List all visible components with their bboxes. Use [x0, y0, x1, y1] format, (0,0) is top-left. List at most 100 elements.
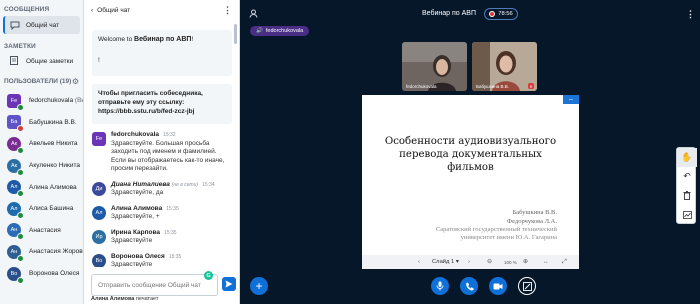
sidebar-item-shared-notes[interactable]: Общие заметки — [0, 53, 83, 69]
user-name: Алиса Башина — [29, 205, 73, 212]
typing-user-name: Алина Алимова — [91, 296, 135, 302]
chat-messages: Welcome to Вебинар по АВП! ! Чтобы пригл… — [84, 20, 240, 267]
recording-time: 78:56 — [498, 11, 513, 17]
multi-user-whiteboard-icon[interactable] — [677, 205, 697, 224]
slide-organization: Саратовский государственный технический … — [435, 226, 557, 241]
avatar: Fe — [7, 93, 24, 111]
user-name: Алина Алимова — [29, 184, 77, 191]
user-list-item[interactable]: Ак Авельев Никита — [0, 133, 83, 155]
microphone-icon — [436, 281, 444, 291]
webcam-button[interactable] — [489, 277, 507, 295]
status-badge — [17, 125, 24, 133]
user-list-item[interactable]: Ан Анастасия — [0, 220, 83, 242]
welcome-meeting-name: Вебинар по АВП — [134, 36, 192, 43]
fit-width-icon[interactable]: ↔ — [543, 259, 549, 265]
message-text: Здравствуйте, да — [111, 189, 164, 196]
fullscreen-icon[interactable]: ⤢ — [562, 259, 567, 266]
send-icon — [225, 280, 233, 288]
muted-mic-icon: ✕ — [528, 83, 534, 89]
screen-share-icon — [522, 281, 532, 291]
offline-label: (не в сети) — [171, 181, 199, 188]
avatar: Ир — [92, 229, 106, 244]
status-badge — [17, 276, 24, 284]
avatar-initials: Ак — [10, 140, 18, 147]
avatar: Ан — [7, 244, 24, 262]
chat-back-button[interactable]: ‹ Общий чат — [91, 7, 130, 14]
hand-tool-icon[interactable]: ✋ — [677, 148, 697, 167]
chat-message-list: Fe fedorchukovala 15:32 Здравствуйте. Больш… — [84, 131, 240, 267]
webcam-label: fedorchukovala — [406, 84, 437, 89]
zoom-in-icon[interactable]: ⊕ — [523, 259, 528, 265]
presentation-slide[interactable]: – Особенности аудиовизуального перевода … — [362, 95, 579, 255]
message-time: 15:35 — [168, 253, 182, 260]
user-name-text: fedorchukovala — [29, 97, 74, 105]
chat-message-input[interactable] — [92, 275, 217, 295]
status-badge — [17, 190, 24, 198]
slide-select[interactable]: Слайд 1 ▾ — [432, 259, 459, 265]
undo-icon[interactable]: ↶ — [677, 167, 697, 186]
users-section-title: ПОЛЬЗОВАТЕЛИ (19) — [4, 78, 72, 85]
options-menu-icon[interactable]: ⋮ — [686, 9, 695, 20]
avatar: Ал — [92, 205, 106, 220]
user-name: Бабушкина В.В. — [29, 119, 77, 126]
screen-share-button[interactable] — [518, 277, 536, 295]
webcam-tile-babushkina[interactable]: Бабушкина В.В. ✕ — [472, 42, 537, 91]
welcome-message: Welcome to Вебинар по АВП! ! — [92, 30, 232, 76]
actions-plus-button[interactable]: + — [250, 277, 268, 295]
chat-header: ‹ Общий чат ⋮ — [84, 0, 239, 20]
speaker-icon: 🔊 — [256, 28, 263, 34]
chat-panel: ‹ Общий чат ⋮ Welcome to Вебинар по АВП!… — [84, 0, 240, 304]
user-list-toggle-icon[interactable] — [249, 9, 258, 20]
slide-authors: Бабушкина В.В. Федорчукова Л.А. — [506, 209, 557, 225]
grammarly-icon[interactable]: G — [204, 271, 213, 280]
chat-scrollbar[interactable] — [234, 24, 237, 44]
user-list-item[interactable]: Fe fedorchukovala (Вы) — [0, 90, 83, 112]
message-author: Воронова Олеся — [111, 252, 165, 260]
user-list-item[interactable]: Ба Бабушкина В.В. — [0, 112, 83, 134]
avatar: Во — [7, 266, 24, 284]
avatar: Fe — [92, 132, 106, 146]
user-name-text: Алина Алимова — [29, 183, 77, 191]
user-name-text: Алиса Башина — [29, 205, 74, 213]
sidebar-item-public-chat[interactable]: Общий чат — [3, 16, 80, 34]
user-name-text: Акуленко Никита — [29, 162, 81, 170]
invite-message: Чтобы пригласить собеседника, отправьте … — [92, 84, 232, 124]
recording-indicator[interactable]: 78:56 — [484, 8, 518, 20]
avatar: Ал — [7, 201, 24, 219]
message-author: Ирина Карпова — [111, 228, 161, 236]
user-list-item[interactable]: Ал Алиса Башина — [0, 198, 83, 220]
avatar-initials: Ал — [10, 205, 18, 212]
zoom-out-icon[interactable]: ⊖ — [487, 259, 492, 265]
whiteboard-toolbar: ✋ ↶ — [676, 147, 697, 224]
message-text: Здравствуйте — [111, 237, 153, 244]
next-slide-icon[interactable]: › — [468, 259, 470, 265]
microphone-button[interactable] — [431, 277, 449, 295]
trash-icon[interactable] — [677, 186, 697, 205]
user-list-item[interactable]: Ак Акуленко Никита — [0, 155, 83, 177]
users-header: ПОЛЬЗОВАТЕЛИ (19) ⚙ — [0, 69, 83, 90]
user-name-text: Авельев Никита — [29, 140, 78, 148]
gear-icon[interactable]: ⚙ — [72, 77, 79, 86]
user-list-item[interactable]: Ал Алина Алимова — [0, 176, 83, 198]
webcam-tile-fedorchukovala[interactable]: fedorchukovala — [402, 42, 467, 91]
invite-link[interactable]: https://bbb.sstu.ru/b/fed-zcz-jbj — [98, 108, 226, 115]
minimize-presentation-button[interactable]: – — [563, 95, 579, 104]
meeting-title: Вебинар по АВП — [422, 10, 476, 17]
chat-options-icon[interactable]: ⋮ — [223, 5, 232, 16]
user-name-text: Воронова Олеся — [29, 270, 80, 278]
status-badge — [17, 146, 24, 154]
welcome-extra: ! — [98, 57, 100, 64]
audio-phone-button[interactable] — [460, 277, 478, 295]
message-time: 15:35 — [166, 205, 179, 212]
user-list-item[interactable]: Во Воронова Олеся — [0, 263, 83, 285]
chat-message: Ал Алина Алимова 15:35 Здравствуйте, + — [84, 205, 240, 222]
chat-message: Во Воронова Олеся 15:35 Здравствуйте — [84, 252, 240, 267]
send-message-button[interactable] — [222, 277, 236, 291]
status-badge — [17, 103, 24, 111]
main-presentation-area: Вебинар по АВП 78:56 ⋮ 🔊 fedorchukovala … — [240, 0, 700, 304]
user-name-text: Анастасия — [29, 226, 61, 234]
video-camera-icon — [493, 283, 503, 289]
user-list-item[interactable]: Ан Анастасия Жорова — [0, 241, 83, 263]
users-list: Fefedorchukovala (Вы)БаБабушкина В.В.АкА… — [0, 90, 83, 284]
previous-slide-icon[interactable]: ‹ — [418, 259, 420, 265]
